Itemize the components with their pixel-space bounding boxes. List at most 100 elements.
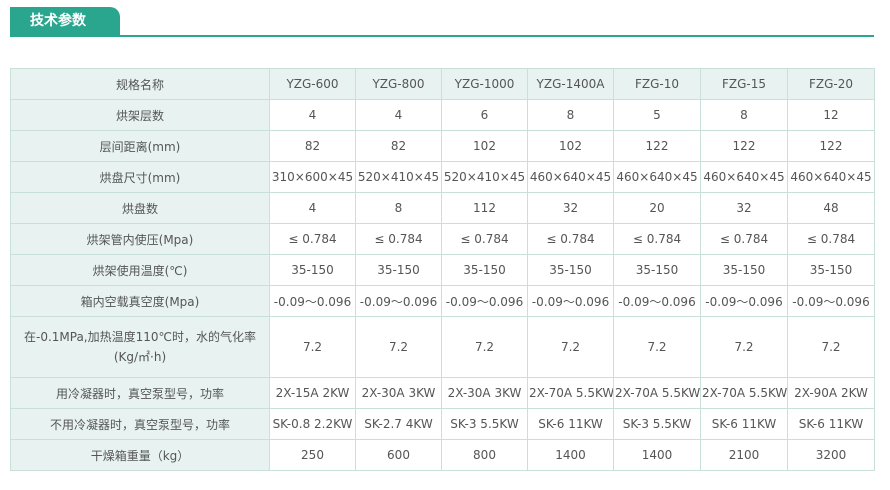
column-header: YZG-1000 (441, 68, 528, 100)
table-row: 用冷凝器时，真空泵型号，功率 2X-15A 2KW 2X-30A 3KW 2X-… (10, 377, 875, 409)
table-cell: 32 (700, 192, 788, 224)
table-cell: SK-2.7 4KW (355, 408, 442, 440)
table-cell: 460×640×45 (613, 161, 701, 193)
column-header: 规格名称 (10, 68, 270, 100)
table-cell: 600 (355, 439, 442, 471)
row-label: 烘盘数 (10, 192, 270, 224)
row-label: 用冷凝器时，真空泵型号，功率 (10, 377, 270, 409)
table-cell: 2X-70A 5.5KW (700, 377, 788, 409)
row-label: 烘架管内使压(Mpa) (10, 223, 270, 255)
table-cell: ≤ 0.784 (700, 223, 788, 255)
table-cell: 460×640×45 (527, 161, 614, 193)
table-row: 烘架使用温度(℃) 35-150 35-150 35-150 35-150 35… (10, 254, 875, 286)
table-row: 烘盘尺寸(mm) 310×600×45 520×410×45 520×410×4… (10, 161, 875, 193)
table-cell: 2X-90A 2KW (787, 377, 875, 409)
column-header: YZG-1400A (527, 68, 614, 100)
table-cell: -0.09～0.096 (269, 285, 356, 317)
table-cell: 460×640×45 (700, 161, 788, 193)
table-cell: 35-150 (269, 254, 356, 286)
table-cell: SK-3 5.5KW (613, 408, 701, 440)
table-row: 烘架层数 4 4 6 8 5 8 12 (10, 99, 875, 131)
table-cell: 5 (613, 99, 701, 131)
column-header: YZG-800 (355, 68, 442, 100)
table-cell: 12 (787, 99, 875, 131)
table-cell: SK-6 11KW (700, 408, 788, 440)
table-cell: ≤ 0.784 (613, 223, 701, 255)
table-cell: 310×600×45 (269, 161, 356, 193)
table-cell: 35-150 (527, 254, 614, 286)
table-cell: 7.2 (269, 316, 356, 378)
table-cell: 8 (700, 99, 788, 131)
table-cell: 122 (613, 130, 701, 162)
table-cell: 1400 (613, 439, 701, 471)
table-cell: 2100 (700, 439, 788, 471)
table-cell: 2X-70A 5.5KW (613, 377, 701, 409)
table-cell: 4 (269, 99, 356, 131)
table-cell: 102 (527, 130, 614, 162)
table-cell: 35-150 (613, 254, 701, 286)
table-row: 箱内空载真空度(Mpa) -0.09～0.096 -0.09～0.096 -0.… (10, 285, 875, 317)
table-cell: 48 (787, 192, 875, 224)
header-underline (10, 35, 874, 37)
table-cell: 35-150 (441, 254, 528, 286)
table-cell: 35-150 (700, 254, 788, 286)
row-label: 烘盘尺寸(mm) (10, 161, 270, 193)
table-cell: 520×410×45 (355, 161, 442, 193)
table-cell: SK-6 11KW (787, 408, 875, 440)
row-label: 烘架层数 (10, 99, 270, 131)
table-cell: 7.2 (527, 316, 614, 378)
row-label: 烘架使用温度(℃) (10, 254, 270, 286)
column-header: FZG-10 (613, 68, 701, 100)
table-cell: -0.09～0.096 (613, 285, 701, 317)
table-cell: 82 (269, 130, 356, 162)
table-cell: 7.2 (787, 316, 875, 378)
table-cell: 7.2 (355, 316, 442, 378)
column-header: YZG-600 (269, 68, 356, 100)
table-cell: SK-3 5.5KW (441, 408, 528, 440)
table-cell: ≤ 0.784 (787, 223, 875, 255)
table-cell: -0.09～0.096 (787, 285, 875, 317)
table-cell: 2X-15A 2KW (269, 377, 356, 409)
table-cell: 6 (441, 99, 528, 131)
table-cell: 102 (441, 130, 528, 162)
table-cell: 520×410×45 (441, 161, 528, 193)
section-header: 技术参数 (10, 7, 874, 37)
table-cell: 82 (355, 130, 442, 162)
table-cell: 32 (527, 192, 614, 224)
table-cell: 7.2 (700, 316, 788, 378)
table-cell: 8 (355, 192, 442, 224)
table-row: 烘架管内使压(Mpa) ≤ 0.784 ≤ 0.784 ≤ 0.784 ≤ 0.… (10, 223, 875, 255)
table-cell: SK-0.8 2.2KW (269, 408, 356, 440)
table-cell: 4 (355, 99, 442, 131)
table-cell: 800 (441, 439, 528, 471)
table-cell: 2X-30A 3KW (441, 377, 528, 409)
table-cell: 3200 (787, 439, 875, 471)
table-cell: 35-150 (355, 254, 442, 286)
table-cell: ≤ 0.784 (527, 223, 614, 255)
table-cell: 7.2 (613, 316, 701, 378)
table-cell: 122 (787, 130, 875, 162)
technical-parameters-table: 规格名称 YZG-600 YZG-800 YZG-1000 YZG-1400A … (10, 68, 875, 471)
row-label: 在-0.1MPa,加热温度110℃时，水的气化率(Kg/㎡·h) (10, 316, 270, 378)
row-label: 干燥箱重量（kg） (10, 439, 270, 471)
table-row: 烘盘数 4 8 112 32 20 32 48 (10, 192, 875, 224)
table-cell: 1400 (527, 439, 614, 471)
table-cell: -0.09～0.096 (355, 285, 442, 317)
table-cell: 4 (269, 192, 356, 224)
column-header: FZG-15 (700, 68, 788, 100)
table-row: 不用冷凝器时，真空泵型号，功率 SK-0.8 2.2KW SK-2.7 4KW … (10, 408, 875, 440)
table-cell: ≤ 0.784 (355, 223, 442, 255)
table-cell: 2X-70A 5.5KW (527, 377, 614, 409)
section-title-tab: 技术参数 (10, 7, 120, 37)
table-header-row: 规格名称 YZG-600 YZG-800 YZG-1000 YZG-1400A … (10, 68, 875, 100)
column-header: FZG-20 (787, 68, 875, 100)
table-cell: -0.09～0.096 (700, 285, 788, 317)
table-cell: SK-6 11KW (527, 408, 614, 440)
table-cell: 20 (613, 192, 701, 224)
table-row: 在-0.1MPa,加热温度110℃时，水的气化率(Kg/㎡·h) 7.2 7.2… (10, 316, 875, 378)
table-cell: 7.2 (441, 316, 528, 378)
table-cell: 35-150 (787, 254, 875, 286)
row-label: 不用冷凝器时，真空泵型号，功率 (10, 408, 270, 440)
table-cell: ≤ 0.784 (441, 223, 528, 255)
table-cell: 460×640×45 (787, 161, 875, 193)
